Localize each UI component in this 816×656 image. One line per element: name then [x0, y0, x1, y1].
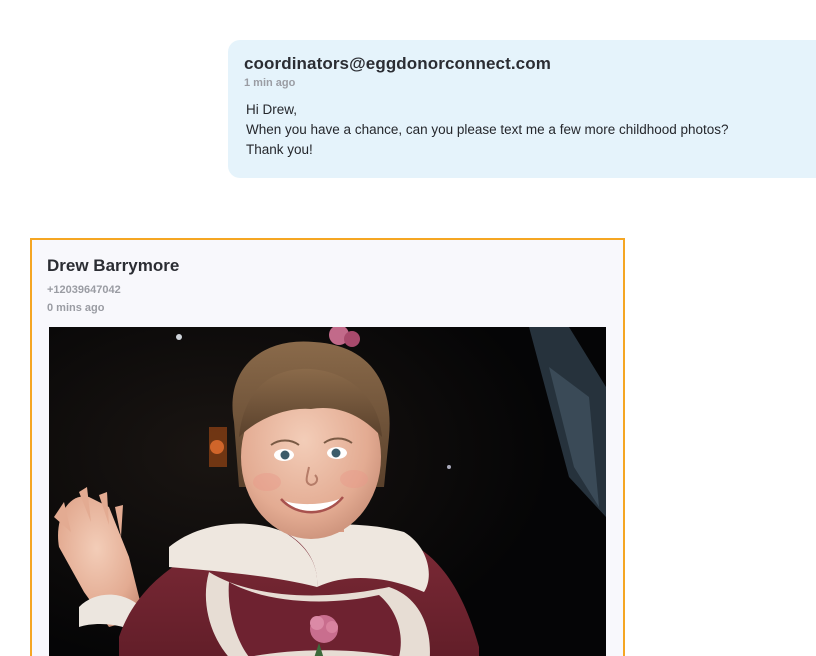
contact-phone: +12039647042: [47, 284, 121, 296]
attached-photo[interactable]: [49, 327, 606, 656]
outgoing-message-bubble: coordinators@eggdonorconnect.com 1 min a…: [228, 40, 816, 178]
sender-email: coordinators@eggdonorconnect.com: [244, 54, 551, 73]
incoming-message-card[interactable]: Drew Barrymore +12039647042 0 mins ago: [30, 238, 625, 656]
message-timestamp: 1 min ago: [244, 77, 296, 89]
message-line: When you have a chance, can you please t…: [246, 122, 729, 137]
contact-name: Drew Barrymore: [47, 256, 180, 275]
message-body: Hi Drew, When you have a chance, can you…: [244, 100, 816, 160]
message-timestamp: 0 mins ago: [47, 302, 105, 314]
message-line: Thank you!: [246, 142, 313, 157]
message-line: Hi Drew,: [246, 102, 298, 117]
